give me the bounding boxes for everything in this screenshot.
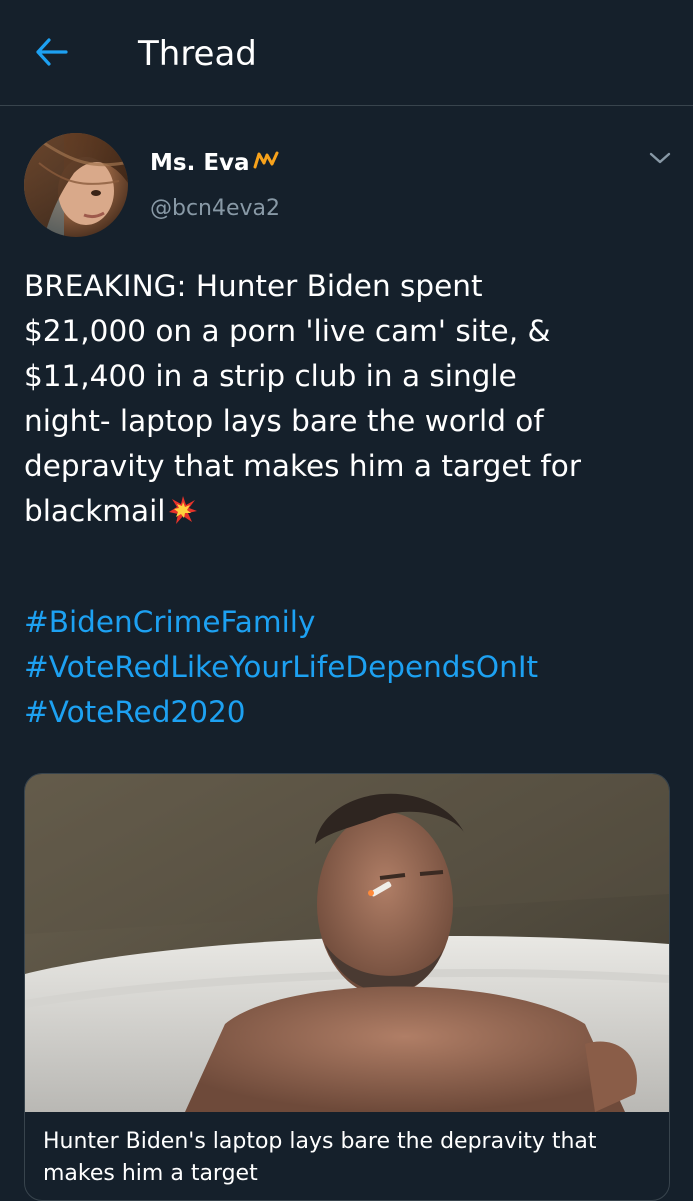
author-display-name[interactable]: Ms. Eva [150,148,279,178]
chevron-down-icon [648,150,672,170]
tweet-text: BREAKING: Hunter Biden spent $21,000 on … [24,264,674,538]
m-crown-icon [253,148,279,178]
arrow-left-icon [35,37,69,71]
tweet-body: BREAKING: Hunter Biden spent $21,000 on … [24,269,581,528]
author-handle[interactable]: @bcn4eva2 [150,195,280,223]
hashtag-list: #BidenCrimeFamily #VoteRedLikeYourLifeDe… [24,600,674,735]
card-caption: Hunter Biden's laptop lays bare the depr… [43,1129,597,1186]
avatar[interactable] [24,133,128,237]
tweet-menu-button[interactable] [644,144,676,176]
link-preview-card[interactable]: Hunter Biden's laptop lays bare the depr… [24,773,670,1201]
back-button[interactable] [26,30,78,78]
collision-icon [168,493,198,538]
top-app-bar: Thread [0,0,693,106]
display-name-text: Ms. Eva [150,150,250,176]
hashtag-link[interactable]: #VoteRedLikeYourLifeDependsOnIt [24,645,674,690]
card-image [25,774,669,1112]
page-title: Thread [138,34,257,74]
hashtag-link[interactable]: #VoteRed2020 [24,690,674,735]
hashtag-link[interactable]: #BidenCrimeFamily [24,600,674,645]
